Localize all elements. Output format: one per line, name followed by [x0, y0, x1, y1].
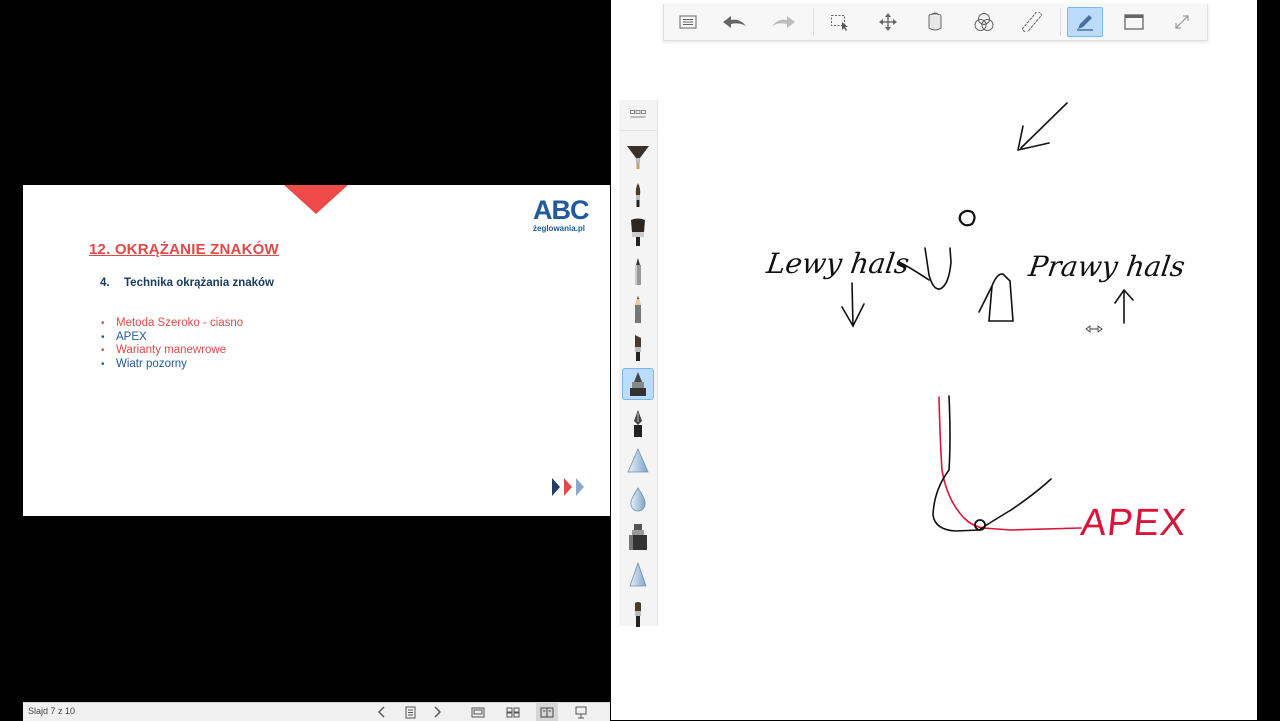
cone-tool-icon[interactable]	[622, 559, 654, 591]
slide-title: 12. OKRĄŻANIE ZNAKÓW	[89, 241, 279, 258]
drop-tool-icon[interactable]	[622, 483, 654, 515]
felt-pen-icon[interactable]	[622, 368, 654, 400]
small-brush-icon[interactable]	[622, 597, 654, 629]
logo-main-text: ABC	[533, 195, 590, 225]
right-letterbox	[1257, 0, 1280, 720]
notes-icon[interactable]	[399, 703, 421, 721]
slide-counter: Slajd 7 z 10	[28, 706, 76, 716]
palette-menu-icon[interactable]	[619, 100, 657, 131]
left-tack-label: Lewy hals	[764, 247, 912, 280]
presentation-pane: ABC żeglowania.pl 12. OKRĄŻANIE ZNAKÓW 4…	[0, 0, 610, 721]
status-bar: Slajd 7 z 10	[23, 702, 610, 721]
drawing-canvas	[841, 102, 1134, 532]
slideshow-icon[interactable]	[570, 703, 592, 721]
slide-accent-triangle	[284, 185, 348, 214]
whiteboard-toolbar	[663, 4, 1208, 41]
reading-view-icon[interactable]	[536, 703, 558, 721]
pencil-brush-icon[interactable]	[622, 293, 654, 325]
whiteboard[interactable]: Lewy hals Prawy hals APEX	[611, 0, 1257, 720]
sorter-view-icon[interactable]	[502, 703, 524, 721]
toolbar-divider	[813, 8, 814, 36]
pen-icon[interactable]	[1067, 7, 1103, 37]
triple-chevron-icon	[552, 478, 584, 496]
right-tack-label: Prawy hals	[1026, 250, 1187, 283]
logo-sub-text: żeglowania.pl	[533, 224, 586, 233]
move-icon[interactable]	[870, 7, 906, 37]
subtitle-number: 4.	[100, 277, 110, 289]
toolbar-divider	[1060, 8, 1061, 36]
list-item: Wiatr pozorny	[101, 358, 243, 372]
normal-view-icon[interactable]	[467, 703, 489, 721]
down-arrow-drawing	[841, 282, 865, 328]
list-icon[interactable]	[670, 7, 706, 37]
fountain-pen-icon[interactable]	[622, 407, 654, 439]
slide-subtitle: 4. Technika okrążania znaków	[100, 277, 274, 289]
undo-icon[interactable]	[717, 7, 753, 37]
apex-black-path	[932, 395, 1052, 532]
wind-arrow-drawing	[1017, 102, 1068, 151]
window-icon[interactable]	[1116, 7, 1152, 37]
slide: ABC żeglowania.pl 12. OKRĄŻANIE ZNAKÓW 4…	[23, 185, 610, 516]
prev-icon[interactable]	[371, 703, 393, 721]
select-icon[interactable]	[822, 7, 858, 37]
bullet-list: Metoda Szeroko - ciasno APEX Warianty ma…	[101, 317, 243, 371]
apex-label: APEX	[1078, 502, 1189, 544]
apex-red-path	[938, 396, 1082, 531]
next-icon[interactable]	[426, 703, 448, 721]
abc-logo: ABC żeglowania.pl	[533, 195, 590, 234]
right-boat-drawing	[978, 273, 1014, 322]
wide-brush-icon[interactable]	[622, 216, 654, 248]
round-brush-icon[interactable]	[622, 178, 654, 210]
redo-icon[interactable]	[765, 7, 801, 37]
highlighter-tool-icon[interactable]	[622, 521, 654, 553]
subtitle-text: Technika okrążania znaków	[124, 277, 274, 289]
apex-mark-drawing	[974, 519, 986, 531]
list-item: Metoda Szeroko - ciasno	[101, 317, 243, 331]
bucket-icon[interactable]	[917, 7, 953, 37]
brush-palette	[619, 100, 658, 629]
up-arrow-drawing	[1114, 288, 1134, 324]
marker-brush-icon[interactable]	[622, 255, 654, 287]
mark-buoy-drawing	[958, 209, 976, 227]
fan-brush-icon[interactable]	[622, 140, 654, 172]
resize-cursor-icon	[1085, 325, 1103, 333]
list-item: Warianty manewrowe	[101, 344, 243, 358]
flat-brush-icon[interactable]	[622, 331, 654, 363]
cone-tool-icon[interactable]	[622, 445, 654, 477]
expand-icon[interactable]	[1164, 7, 1200, 37]
color-circles-icon[interactable]	[966, 7, 1002, 37]
list-item: APEX	[101, 331, 243, 345]
ruler-icon[interactable]	[1014, 7, 1050, 37]
